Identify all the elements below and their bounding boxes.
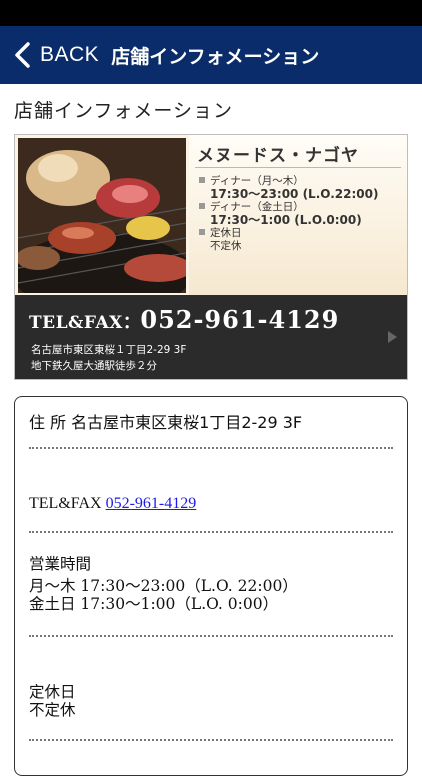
holiday-value: 不定休 [210,240,242,252]
chevron-left-icon [15,42,30,68]
tel-row: TEL&FAX 052-961-4129 [29,495,393,513]
hours-weekday: 月〜木 17:30〜23:00（L.O. 22:00） [29,577,298,595]
play-arrow-icon [388,331,397,343]
banner-address: 名古屋市東区東桜１丁目2-29 3F [31,344,187,356]
dotted-divider [29,635,393,637]
hours-section: 営業時間 月〜木 17:30〜23:00（L.O. 22:00） 金土日 17:… [29,555,393,613]
nav-title: 店舗インフォメーション [111,45,320,68]
bullet-square-icon [199,203,205,209]
status-bar [0,0,422,26]
tel-link[interactable]: 052-961-4129 [106,495,197,512]
hours-weekend: 金土日 17:30〜1:00（L.O. 0:00） [29,595,279,613]
holiday-label: 定休日 [210,227,242,239]
banner-access: 地下鉄久屋大通駅徒歩２分 [31,360,157,372]
banner-tel-number: 052-961-4129 [140,305,340,334]
holiday-value: 不定休 [29,701,76,719]
bullet-square-icon [199,177,205,183]
back-button[interactable]: BACK [0,26,99,84]
contact-strip: TEL&FAX：052-961-4129 名古屋市東区東桜１丁目2-29 3F … [15,295,407,379]
dotted-divider [29,447,393,449]
hours-list: ディナー（月〜木） 17:30〜23:00 (L.O.22:00) ディナー（金… [199,175,378,253]
shop-banner[interactable]: メヌードス・ナゴヤ ディナー（月〜木） 17:30〜23:00 (L.O.22:… [14,134,408,380]
bullet-square-icon [199,229,205,235]
tel-label: TEL&FAX [29,495,106,512]
hours-value: 17:30〜23:00 (L.O.22:00) [210,187,379,201]
holiday-section: 定休日 不定休 [29,683,393,719]
hours-label: ディナー（月〜木） [210,175,304,187]
dotted-divider [29,739,393,741]
hours-heading: 営業時間 [29,555,92,573]
address-line: 住 所 名古屋市東区東桜1丁目2-29 3F [29,413,303,432]
banner-tel-label: TEL&FAX： [29,313,141,333]
navigation-bar: BACK 店舗インフォメーション [0,26,422,84]
back-button-label: BACK [40,43,100,66]
divider [195,167,401,168]
banner-tel: TEL&FAX：052-961-4129 [29,305,339,334]
hours-label: ディナー（金土日） [210,201,304,213]
holiday-heading: 定休日 [29,683,76,701]
shop-name: メヌードス・ナゴヤ [197,146,359,166]
info-card: 住 所 名古屋市東区東桜1丁目2-29 3F TEL&FAX 052-961-4… [14,396,408,776]
hours-value: 17:30〜1:00 (L.O.0:00) [210,213,362,227]
page-title: 店舗インフォメーション [14,100,234,122]
food-photo [18,138,186,293]
dotted-divider [29,531,393,533]
shop-info-panel: メヌードス・ナゴヤ ディナー（月〜木） 17:30〜23:00 (L.O.22:… [189,135,407,295]
